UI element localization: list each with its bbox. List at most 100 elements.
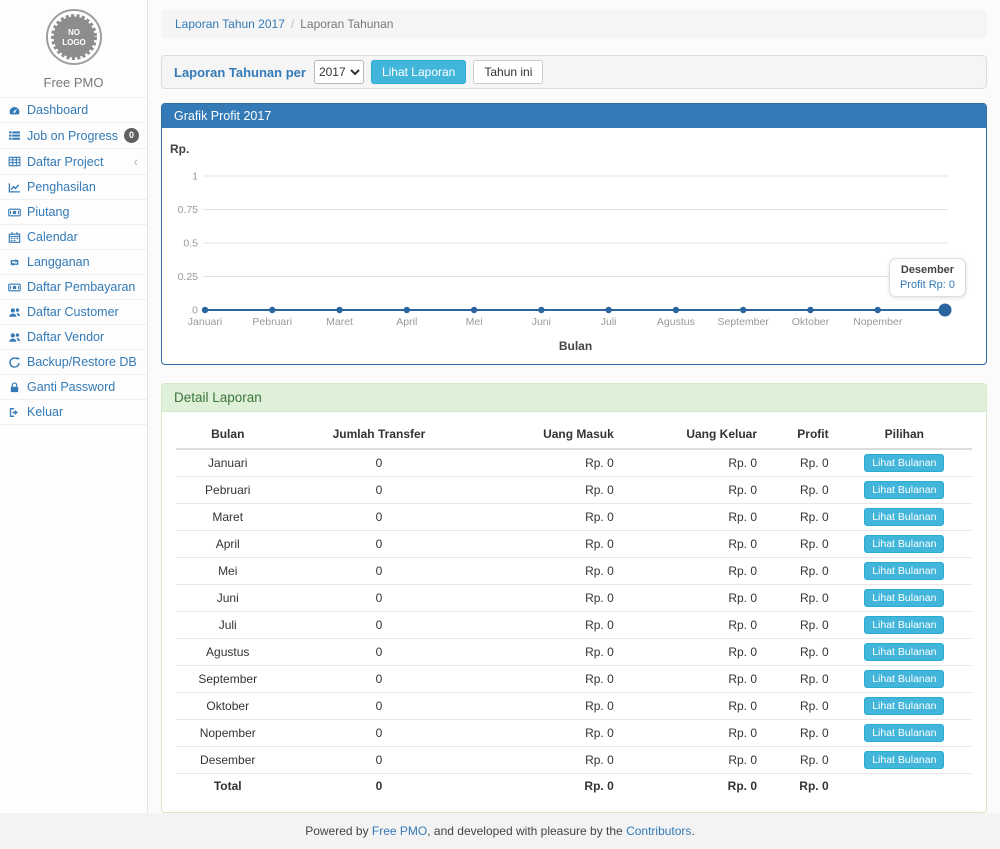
footer-link-contributors[interactable]: Contributors [626,824,691,838]
cell-pilihan: Lihat Bulanan [837,747,972,774]
data-point-januari[interactable] [202,307,208,313]
data-point-agustus[interactable] [673,307,679,313]
lihat-laporan-button[interactable]: Lihat Laporan [371,60,466,84]
lihat-bulanan-button-april[interactable]: Lihat Bulanan [864,535,944,553]
sidebar-item-dashboard[interactable]: Dashboard [0,97,147,122]
sidebar-item-backup-restore-db[interactable]: Backup/Restore DB [0,349,147,374]
table-row-desember: Desember0Rp. 0Rp. 0Rp. 0Lihat Bulanan [176,747,972,774]
cell-bulan: Agustus [176,639,279,666]
sidebar-item-job-on-progress[interactable]: Job on Progress0 [0,122,147,148]
x-tick-label: Juli [601,316,617,328]
lihat-bulanan-button-juli[interactable]: Lihat Bulanan [864,616,944,634]
detail-panel-title: Detail Laporan [162,384,986,412]
lihat-bulanan-button-september[interactable]: Lihat Bulanan [864,670,944,688]
total-uang_keluar: Rp. 0 [622,774,765,799]
sidebar-item-label: Daftar Vendor [27,330,142,344]
cell-profit: Rp. 0 [765,558,837,585]
x-tick-label: Maret [326,316,353,328]
lihat-bulanan-button-maret[interactable]: Lihat Bulanan [864,508,944,526]
lihat-bulanan-button-oktober[interactable]: Lihat Bulanan [864,697,944,715]
table-icon [8,155,21,168]
sidebar-item-langganan[interactable]: Langganan [0,249,147,274]
data-point-pebruari[interactable] [269,307,275,313]
page: NO LOGO Free PMO Dashboard Job on Progres… [0,0,1000,813]
cell-bulan: Maret [176,504,279,531]
year-select[interactable]: 2017 [314,60,364,84]
cell-pilihan: Lihat Bulanan [837,666,972,693]
chevron-left-icon: ‹ [134,154,138,169]
users-icon [8,331,21,344]
y-axis-title: Rp. [170,142,189,156]
table-row-agustus: Agustus0Rp. 0Rp. 0Rp. 0Lihat Bulanan [176,639,972,666]
lihat-bulanan-button-agustus[interactable]: Lihat Bulanan [864,643,944,661]
cell-uang_masuk: Rp. 0 [478,666,621,693]
column-header-profit: Profit [765,420,837,449]
tasks-icon [8,129,21,142]
cell-pilihan: Lihat Bulanan [837,585,972,612]
data-point-maret[interactable] [336,307,342,313]
y-tick-label: 0 [192,305,198,317]
cell-bulan: April [176,531,279,558]
x-tick-label: Agustus [657,316,695,328]
cell-profit: Rp. 0 [765,693,837,720]
sidebar-item-ganti-password[interactable]: Ganti Password [0,374,147,399]
cell-uang_keluar: Rp. 0 [622,612,765,639]
cell-pilihan: Lihat Bulanan [837,693,972,720]
sidebar-item-penghasilan[interactable]: Penghasilan [0,174,147,199]
cell-bulan: Juli [176,612,279,639]
data-point-mei[interactable] [471,307,477,313]
money-icon [8,281,21,294]
brand-name: Free PMO [0,75,147,90]
sidebar-item-keluar[interactable]: Keluar [0,399,147,425]
data-point-april[interactable] [404,307,410,313]
sidebar-item-label: Backup/Restore DB [27,355,142,369]
cell-uang_keluar: Rp. 0 [622,558,765,585]
sidebar-item-daftar-vendor[interactable]: Daftar Vendor [0,324,147,349]
data-point-juli[interactable] [605,307,611,313]
data-point-desember[interactable] [939,304,952,317]
cell-uang_keluar: Rp. 0 [622,639,765,666]
cell-bulan: Nopember [176,720,279,747]
data-point-oktober[interactable] [807,307,813,313]
sidebar-item-calendar[interactable]: Calendar [0,224,147,249]
tooltip-value: Profit Rp: 0 [900,279,955,291]
lihat-bulanan-button-pebruari[interactable]: Lihat Bulanan [864,481,944,499]
cell-jumlah_transfer: 0 [279,585,478,612]
profit-chart: Rp.00.250.50.751JanuariPebruariMaretApri… [162,128,982,364]
sidebar-item-label: Dashboard [27,103,142,117]
table-row-mei: Mei0Rp. 0Rp. 0Rp. 0Lihat Bulanan [176,558,972,585]
table-row-april: April0Rp. 0Rp. 0Rp. 0Lihat Bulanan [176,531,972,558]
y-tick-label: 0.5 [183,238,198,250]
sidebar-item-label: Daftar Customer [27,305,142,319]
monthly-report-table: BulanJumlah TransferUang MasukUang Kelua… [176,420,972,798]
breadcrumb-current: Laporan Tahunan [300,17,393,31]
lihat-bulanan-button-mei[interactable]: Lihat Bulanan [864,562,944,580]
table-row-juli: Juli0Rp. 0Rp. 0Rp. 0Lihat Bulanan [176,612,972,639]
lihat-bulanan-button-juni[interactable]: Lihat Bulanan [864,589,944,607]
cell-profit: Rp. 0 [765,612,837,639]
cell-pilihan: Lihat Bulanan [837,531,972,558]
data-point-september[interactable] [740,307,746,313]
cell-uang_masuk: Rp. 0 [478,720,621,747]
tahun-ini-button[interactable]: Tahun ini [473,60,543,84]
x-axis-title: Bulan [559,339,592,353]
data-point-juni[interactable] [538,307,544,313]
lihat-bulanan-button-januari[interactable]: Lihat Bulanan [864,454,944,472]
cell-profit: Rp. 0 [765,747,837,774]
footer-link-free-pmo[interactable]: Free PMO [372,824,427,838]
lihat-bulanan-button-nopember[interactable]: Lihat Bulanan [864,724,944,742]
no-logo-icon: NO LOGO [45,8,103,66]
x-tick-label: Pebruari [252,316,292,328]
sidebar-item-daftar-customer[interactable]: Daftar Customer [0,299,147,324]
breadcrumb-link[interactable]: Laporan Tahun 2017 [175,17,285,31]
sidebar-item-daftar-project[interactable]: Daftar Project ‹ [0,148,147,174]
sidebar-item-daftar-pembayaran[interactable]: Daftar Pembayaran [0,274,147,299]
table-row-januari: Januari0Rp. 0Rp. 0Rp. 0Lihat Bulanan [176,449,972,477]
lihat-bulanan-button-desember[interactable]: Lihat Bulanan [864,751,944,769]
sidebar-item-label: Langganan [27,255,142,269]
data-point-nopember[interactable] [875,307,881,313]
detail-panel-body: BulanJumlah TransferUang MasukUang Kelua… [162,412,986,812]
sidebar-item-label: Daftar Project [27,155,128,169]
sidebar-item-piutang[interactable]: Piutang [0,199,147,224]
cell-bulan: Desember [176,747,279,774]
